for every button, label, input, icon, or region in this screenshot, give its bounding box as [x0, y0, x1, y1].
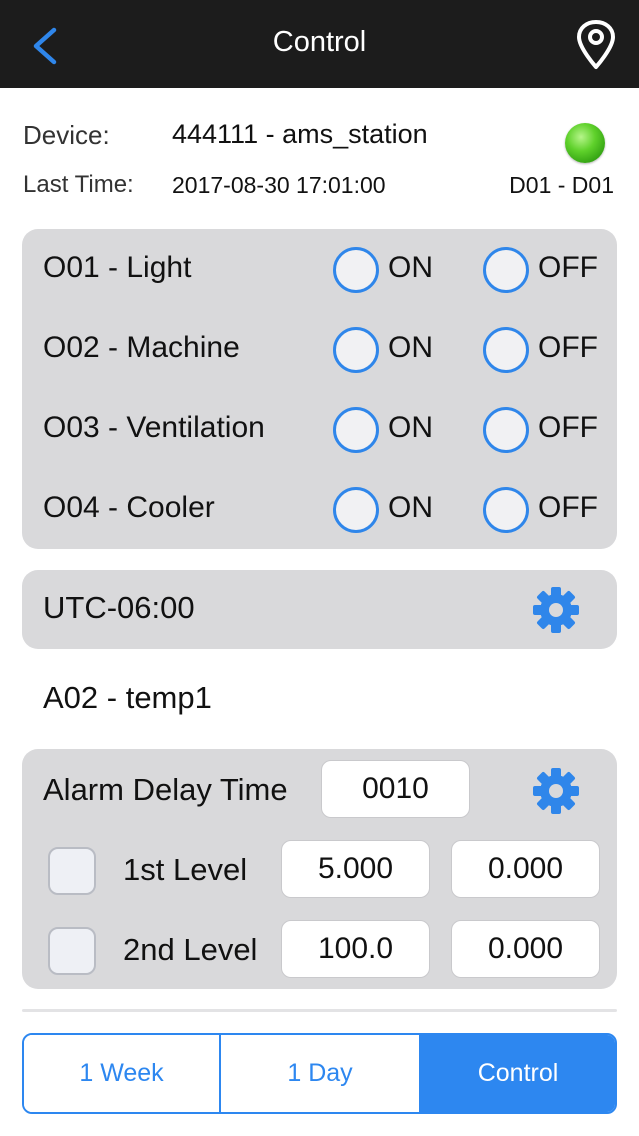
output-row: O04 - Cooler ON OFF: [22, 481, 617, 541]
level-2-label: 2nd Level: [123, 932, 258, 967]
divider: [22, 1009, 617, 1012]
radio-on-label: ON: [388, 251, 433, 284]
level-2-second-field[interactable]: 0.000: [451, 920, 600, 978]
sensor-title: A02 - temp1: [43, 680, 212, 715]
outputs-panel: O01 - Light ON OFF O02 - Machine ON OFF …: [22, 229, 617, 549]
radio-off-label: OFF: [538, 331, 598, 364]
radio-on-label: ON: [388, 491, 433, 524]
radio-off[interactable]: [483, 247, 529, 293]
level-2-value-field[interactable]: 100.0: [281, 920, 430, 978]
tab-1-day[interactable]: 1 Day: [219, 1035, 419, 1112]
level-1-label: 1st Level: [123, 852, 248, 887]
map-pin-icon[interactable]: [574, 20, 618, 70]
channel-code: D01 - D01: [509, 172, 614, 198]
status-indicator: [565, 123, 605, 163]
alarm-delay-label: Alarm Delay Time: [43, 772, 288, 807]
timezone-panel: UTC-06:00: [22, 570, 617, 649]
last-time-label: Last Time:: [23, 171, 134, 198]
radio-off[interactable]: [483, 487, 529, 533]
radio-off[interactable]: [483, 407, 529, 453]
output-label: O04 - Cooler: [43, 491, 215, 524]
page-title: Control: [272, 26, 367, 58]
gear-icon[interactable]: [530, 584, 582, 636]
radio-off-label: OFF: [538, 411, 598, 444]
output-label: O02 - Machine: [43, 331, 240, 364]
output-row: O02 - Machine ON OFF: [22, 321, 617, 381]
alarm-delay-field[interactable]: 0010: [321, 760, 470, 818]
level-2-checkbox[interactable]: [48, 927, 96, 975]
output-row: O01 - Light ON OFF: [22, 241, 617, 301]
radio-on[interactable]: [333, 487, 379, 533]
radio-on[interactable]: [333, 247, 379, 293]
radio-on-label: ON: [388, 411, 433, 444]
gear-icon[interactable]: [530, 765, 582, 817]
radio-on[interactable]: [333, 407, 379, 453]
segmented-tabs: 1 Week 1 Day Control: [22, 1033, 617, 1114]
alarm-panel: Alarm Delay Time 0010 1st Level 5.000 0.…: [22, 749, 617, 989]
radio-on[interactable]: [333, 327, 379, 373]
radio-off-label: OFF: [538, 491, 598, 524]
output-row: O03 - Ventilation ON OFF: [22, 401, 617, 461]
level-1-value-field[interactable]: 5.000: [281, 840, 430, 898]
radio-off[interactable]: [483, 327, 529, 373]
device-label: Device:: [23, 120, 110, 150]
level-1-checkbox[interactable]: [48, 847, 96, 895]
output-label: O01 - Light: [43, 251, 192, 284]
device-value: 444111 - ams_station: [172, 119, 428, 149]
radio-on-label: ON: [388, 331, 433, 364]
radio-off-label: OFF: [538, 251, 598, 284]
level-1-second-field[interactable]: 0.000: [451, 840, 600, 898]
tab-control[interactable]: Control: [419, 1035, 615, 1112]
output-label: O03 - Ventilation: [43, 411, 265, 444]
last-time-value: 2017-08-30 17:01:00: [172, 172, 386, 198]
navigation-bar: Control: [0, 0, 639, 88]
tab-1-week[interactable]: 1 Week: [24, 1035, 219, 1112]
timezone-value: UTC-06:00: [43, 590, 195, 625]
